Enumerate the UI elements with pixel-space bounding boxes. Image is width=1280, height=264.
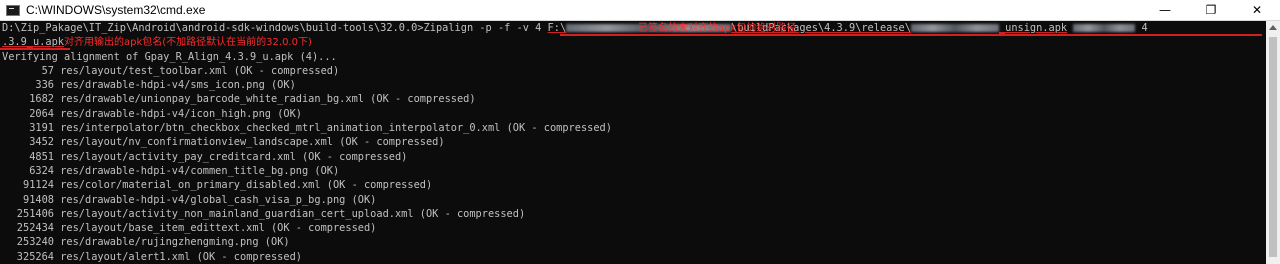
minimize-button[interactable]: —	[1142, 0, 1188, 20]
maximize-button[interactable]: ❐	[1188, 0, 1234, 20]
entry-status: (OK)	[264, 236, 290, 249]
entry-status: (OK - compressed)	[301, 150, 408, 163]
entry-offset: 251406	[16, 207, 54, 220]
entry-offset: 2064	[29, 107, 54, 120]
entry-status: (OK - compressed)	[233, 64, 340, 77]
entry-path: res/color/material_on_primary_disabled.x…	[60, 179, 321, 192]
entry-path: res/layout/activity_non_mainland_guardia…	[60, 207, 414, 220]
output-apk-annotation: 对齐用输出的apk包名(不加路径默认在当前的32.0.0下)	[64, 37, 312, 49]
entry-status: (OK)	[270, 79, 296, 92]
output-line: 91124 res/color/material_on_primary_disa…	[2, 178, 1266, 192]
path-drive: F:\	[547, 22, 567, 34]
cmd-icon[interactable]	[6, 4, 20, 16]
entry-offset: 336	[35, 79, 54, 92]
entry-path: res/drawable-hdpi-v4/icon_high.png	[60, 107, 271, 120]
entry-status: (OK - compressed)	[196, 250, 302, 263]
entry-path: res/drawable/rujingzhengming.png	[60, 236, 259, 249]
entry-offset: 57	[41, 64, 54, 77]
entry-path: res/drawable-hdpi-v4/sms_icon.png	[60, 79, 265, 92]
redacted-segment	[910, 24, 999, 32]
entry-path: res/layout/activity_pay_creditcard.xml	[60, 150, 296, 163]
output-line: 3191 res/interpolator/btn_checkbox_check…	[2, 121, 1266, 135]
entry-offset: 252434	[16, 222, 54, 235]
entry-offset: 91124	[23, 179, 54, 192]
entry-status: (OK)	[351, 193, 377, 206]
entry-offset: 91408	[23, 193, 54, 206]
output-line: 252434 res/layout/base_item_edittext.xml…	[2, 221, 1266, 235]
alignment-entries: 57 res/layout/test_toolbar.xml (OK - com…	[2, 64, 1266, 264]
entry-path: res/drawable/unionpay_barcode_white_radi…	[60, 93, 364, 106]
entry-status: (OK - compressed)	[270, 222, 377, 235]
entry-offset: 1682	[29, 93, 54, 106]
source-apk-path: F:\ \buildPackages\4.3.9\release\ _unsign.…	[548, 22, 1068, 34]
entry-status: (OK - compressed)	[326, 179, 433, 192]
entry-offset: 3191	[29, 122, 54, 135]
entry-status: (OK - compressed)	[419, 207, 526, 220]
command-prefix: D:\Zip_Pakage\IT_Zip\Android\android-sdk…	[2, 22, 548, 34]
entry-status: (OK - compressed)	[506, 122, 612, 135]
cmd-window: C:\WINDOWS\system32\cmd.exe — ❐ ✕ D:\Zip…	[0, 0, 1280, 264]
entry-path: res/interpolator/btn_checkbox_checked_mt…	[60, 122, 501, 135]
verify-line: Verifying alignment of Gpay_R_Align_4.3.…	[2, 50, 337, 63]
output-line: 3452 res/layout/nv_confirmationview_land…	[2, 135, 1266, 149]
entry-path: res/layout/nv_confirmationview_landscape…	[60, 136, 333, 149]
entry-offset: 253240	[16, 236, 54, 249]
scroll-up-arrow-icon[interactable]	[1269, 25, 1277, 30]
entry-path: res/drawable-hdpi-v4/commen_title_bg.png	[60, 164, 309, 177]
output-line: 4851 res/layout/activity_pay_creditcard.…	[2, 150, 1266, 164]
entry-status: (OK)	[314, 164, 340, 177]
entry-path: res/layout/alert1.xml	[60, 250, 191, 263]
scrollbar-thumb[interactable]	[1269, 37, 1277, 257]
entry-path: res/layout/test_toolbar.xml	[60, 64, 228, 77]
output-line: 253240 res/drawable/rujingzhengming.png …	[2, 235, 1266, 249]
output-apk-name: .3.9_u.apk	[2, 36, 64, 49]
output-line: 91408 res/drawable-hdpi-v4/global_cash_v…	[2, 193, 1266, 207]
entry-status: (OK - compressed)	[370, 93, 476, 106]
output-line: 1682 res/drawable/unionpay_barcode_white…	[2, 92, 1266, 106]
annotation-underline	[0, 48, 70, 50]
entry-status: (OK - compressed)	[339, 136, 445, 149]
output-line: 325264 res/layout/alert1.xml (OK - compr…	[2, 250, 1266, 264]
output-line: 336 res/drawable-hdpi-v4/sms_icon.png (O…	[2, 78, 1266, 92]
entry-offset: 3452	[29, 136, 54, 149]
entry-status: (OK)	[277, 107, 302, 120]
path-suffix: _unsign.apk	[998, 22, 1068, 34]
window-title: C:\WINDOWS\system32\cmd.exe	[26, 3, 206, 17]
entry-offset: 4851	[29, 150, 54, 163]
entry-path: res/layout/base_item_edittext.xml	[60, 222, 265, 235]
redacted-segment	[1073, 24, 1136, 32]
title-bar[interactable]: C:\WINDOWS\system32\cmd.exe — ❐ ✕	[0, 0, 1280, 21]
annotation-underline	[560, 34, 1262, 36]
close-button[interactable]: ✕	[1234, 0, 1280, 20]
source-apk-annotation: 已签名的未对齐的apk包的绝对路径	[638, 23, 797, 34]
output-line: 6324 res/drawable-hdpi-v4/commen_title_b…	[2, 164, 1266, 178]
console-output[interactable]: D:\Zip_Pakage\IT_Zip\Android\android-sdk…	[0, 21, 1266, 264]
output-line: 57 res/layout/test_toolbar.xml (OK - com…	[2, 64, 1266, 78]
entry-offset: 6324	[29, 164, 54, 177]
command-continuation-line: .3.9_u.apk对齐用输出的apk包名(不加路径默认在当前的32.0.0下)	[2, 35, 1266, 49]
output-line: 251406 res/layout/activity_non_mainland_…	[2, 207, 1266, 221]
vertical-scrollbar[interactable]	[1266, 21, 1280, 264]
output-line: 2064 res/drawable-hdpi-v4/icon_high.png …	[2, 107, 1266, 121]
entry-offset: 325264	[16, 250, 54, 263]
entry-path: res/drawable-hdpi-v4/global_cash_visa_p_…	[60, 193, 346, 206]
window-controls: — ❐ ✕	[1142, 0, 1280, 20]
command-tail: 4	[1141, 22, 1148, 34]
